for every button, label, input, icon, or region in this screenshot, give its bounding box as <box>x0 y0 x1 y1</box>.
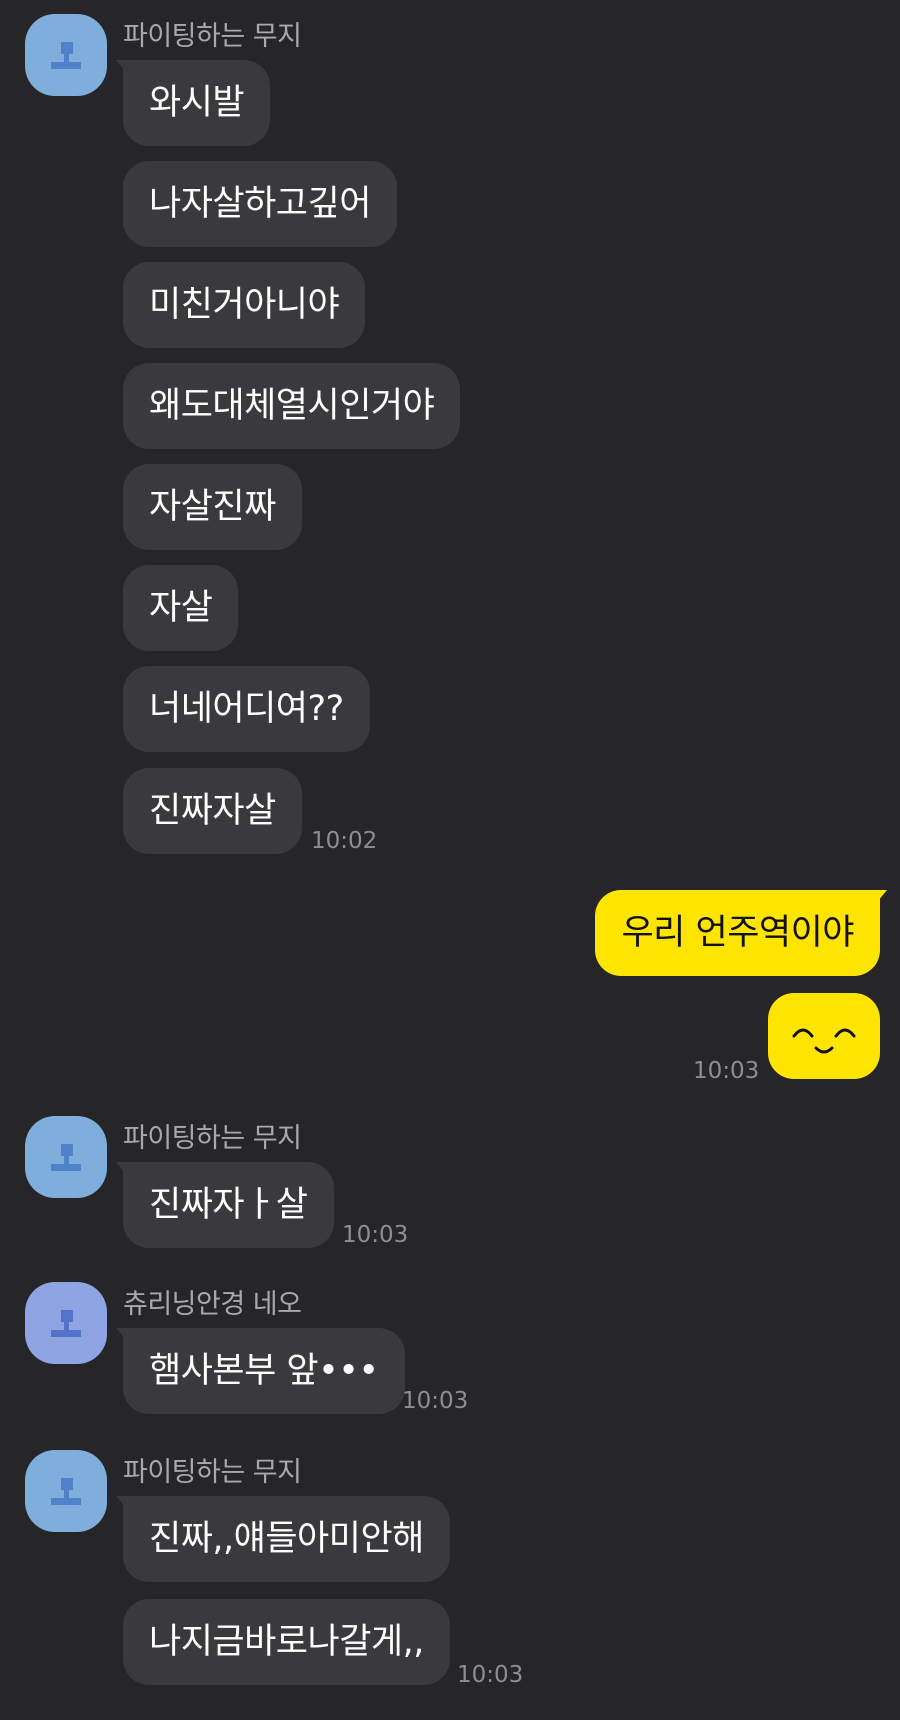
timestamp: 10:03 <box>342 1222 409 1248</box>
sender-name: 파이팅하는 무지 <box>123 1457 302 1488</box>
message-bubble[interactable]: 진짜,,얘들아미안해 <box>123 1496 450 1582</box>
message-bubble[interactable]: 햄사본부 앞••• <box>123 1328 405 1414</box>
smiling-eyes-emoticon-icon <box>792 1028 856 1054</box>
message-bubble[interactable]: 왜도대체열시인거야 <box>123 363 461 449</box>
message-bubble[interactable]: 진짜자ㅏ살 <box>123 1162 334 1248</box>
message-bubble[interactable]: 너네어디여?? <box>123 666 370 752</box>
default-profile-icon <box>51 1478 81 1505</box>
avatar[interactable] <box>25 14 107 96</box>
avatar[interactable] <box>25 1282 107 1364</box>
message-bubble[interactable]: 나자살하고깊어 <box>123 161 397 247</box>
my-message-bubble[interactable]: 우리 언주역이야 <box>595 890 880 976</box>
timestamp: 10:02 <box>311 828 378 854</box>
message-bubble[interactable]: 미친거아니야 <box>123 262 366 348</box>
default-profile-icon <box>51 1310 81 1337</box>
message-bubble[interactable]: 진짜자살 <box>123 768 302 854</box>
sender-name: 츄리닝안경 네오 <box>123 1289 302 1320</box>
timestamp: 10:03 <box>693 1058 760 1084</box>
timestamp: 10:03 <box>402 1388 469 1414</box>
default-profile-icon <box>51 42 81 69</box>
emoticon-bubble[interactable] <box>768 993 880 1079</box>
avatar[interactable] <box>25 1450 107 1532</box>
message-bubble[interactable]: 나지금바로나갈게,, <box>123 1599 450 1685</box>
avatar[interactable] <box>25 1116 107 1198</box>
message-bubble[interactable]: 자살진짜 <box>123 464 302 550</box>
sender-name: 파이팅하는 무지 <box>123 1123 302 1154</box>
sender-name: 파이팅하는 무지 <box>123 21 302 52</box>
timestamp: 10:03 <box>457 1662 524 1688</box>
default-profile-icon <box>51 1144 81 1171</box>
message-bubble[interactable]: 자살 <box>123 565 239 651</box>
message-bubble[interactable]: 와시발 <box>123 60 271 146</box>
